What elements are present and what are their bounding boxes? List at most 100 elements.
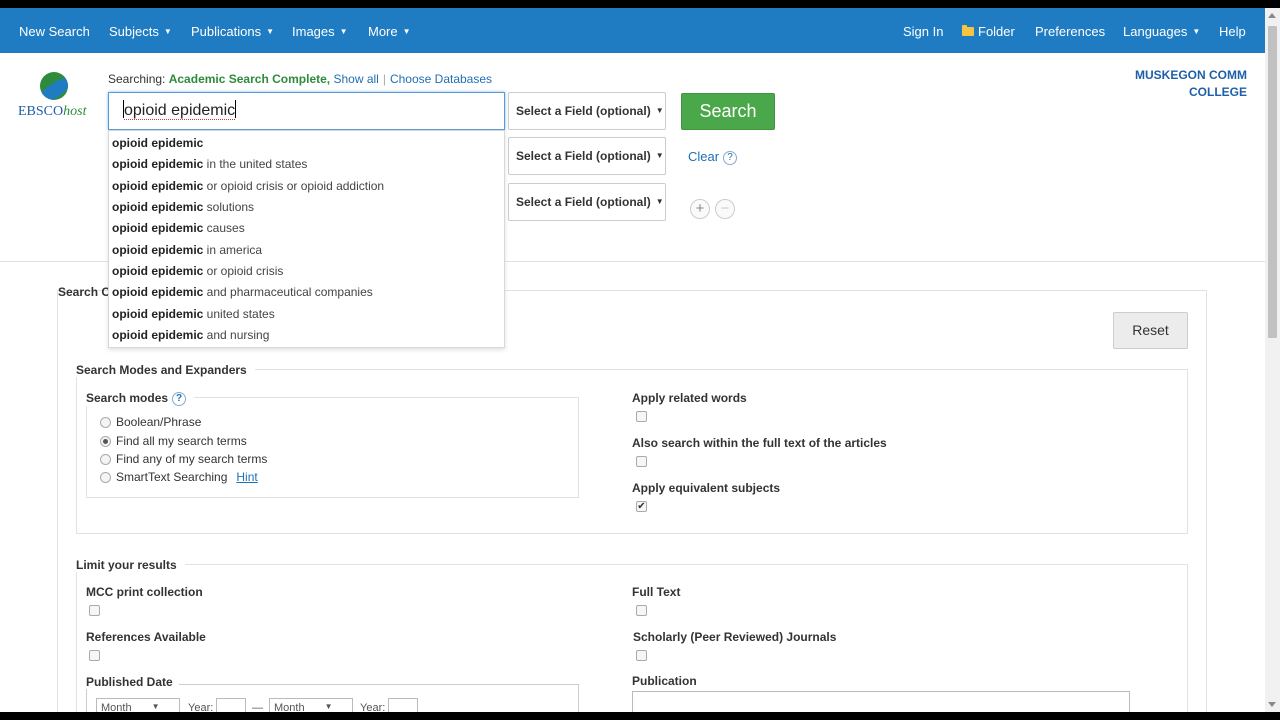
publication-input[interactable] xyxy=(632,691,1130,712)
mode-smarttext[interactable]: SmartText Searching Hint xyxy=(100,470,258,484)
nav-preferences[interactable]: Preferences xyxy=(1035,8,1105,53)
caret-down-icon: ▼ xyxy=(655,151,664,160)
mode-boolean-phrase[interactable]: Boolean/Phrase xyxy=(100,415,201,429)
remove-row-button[interactable]: − xyxy=(715,199,735,219)
page-scrollbar[interactable] xyxy=(1265,8,1280,712)
nav-subjects[interactable]: Subjects ▼ xyxy=(109,8,172,53)
nav-images[interactable]: Images ▼ xyxy=(292,8,348,53)
nav-publications[interactable]: Publications ▼ xyxy=(191,8,274,53)
nav-more[interactable]: More ▼ xyxy=(368,8,411,53)
field-select-3[interactable]: Select a Field (optional) ▼ xyxy=(508,183,666,221)
start-month-value: Month xyxy=(101,702,132,712)
search-button[interactable]: Search xyxy=(681,93,775,130)
logo-host-text: host xyxy=(63,104,87,119)
radio-button[interactable] xyxy=(100,454,111,465)
clear-link[interactable]: Clear? xyxy=(688,149,738,165)
nav-folder-label: Folder xyxy=(978,24,1015,39)
field-select-1-label: Select a Field (optional) xyxy=(516,104,651,118)
nav-sign-in-label: Sign In xyxy=(903,24,944,39)
autocomplete-item[interactable]: opioid epidemic and nursing xyxy=(112,328,269,342)
scroll-down-arrow-icon[interactable] xyxy=(1268,702,1276,707)
nav-languages-label: Languages xyxy=(1123,24,1188,39)
search-options-title: Search C xyxy=(58,285,111,299)
apply-equivalent-subjects-checkbox[interactable]: ✔ xyxy=(636,501,647,512)
autocomplete-item[interactable]: opioid epidemic xyxy=(112,136,203,150)
suggestion-rest: in america xyxy=(203,243,263,257)
mode-find-all[interactable]: Find all my search terms xyxy=(100,434,247,448)
nav-folder[interactable]: Folder xyxy=(962,8,1015,53)
full-text-checkbox[interactable] xyxy=(636,605,647,616)
help-icon[interactable]: ? xyxy=(172,392,187,406)
choose-databases-link[interactable]: Choose Databases xyxy=(390,72,492,86)
hint-link[interactable]: Hint xyxy=(236,470,257,484)
radio-button-selected[interactable] xyxy=(100,436,111,447)
reset-button[interactable]: Reset xyxy=(1113,312,1188,349)
suggestion-rest: solutions xyxy=(203,200,255,214)
end-year-input[interactable] xyxy=(388,698,418,712)
search-query-text: opioid epidemic xyxy=(124,102,236,120)
autocomplete-item[interactable]: opioid epidemic and pharmaceutical compa… xyxy=(112,285,373,299)
add-row-button[interactable]: + xyxy=(690,199,710,219)
caret-down-icon: ▼ xyxy=(402,27,411,36)
full-text-search-checkbox[interactable] xyxy=(636,456,647,467)
autocomplete-dropdown: opioid epidemic opioid epidemic in the u… xyxy=(108,130,505,348)
caret-down-icon: ▼ xyxy=(1192,27,1201,36)
mode-find-any[interactable]: Find any of my search terms xyxy=(100,452,267,466)
searching-databases-line: Searching: Academic Search Complete, Sho… xyxy=(108,72,492,86)
clear-label: Clear xyxy=(688,149,720,164)
autocomplete-item[interactable]: opioid epidemic united states xyxy=(112,307,275,321)
suggestion-bold: opioid epidemic xyxy=(112,221,204,235)
radio-button[interactable] xyxy=(100,417,111,428)
mcc-print-checkbox[interactable] xyxy=(89,605,100,616)
help-icon[interactable]: ? xyxy=(723,151,738,165)
autocomplete-item[interactable]: opioid epidemic or opioid crisis xyxy=(112,264,283,278)
nav-help-label: Help xyxy=(1219,24,1246,39)
search-modes-label: Search modes xyxy=(86,391,169,405)
field-select-2[interactable]: Select a Field (optional) ▼ xyxy=(508,137,666,175)
scholarly-journals-checkbox[interactable] xyxy=(636,650,647,661)
nav-help[interactable]: Help xyxy=(1219,8,1246,53)
institution-line-1: MUSKEGON COMM xyxy=(1135,68,1247,82)
ebscohost-logo[interactable]: EBSCOhost xyxy=(18,72,94,124)
autocomplete-item[interactable]: opioid epidemic or opioid crisis or opio… xyxy=(112,179,384,193)
suggestion-bold: opioid epidemic xyxy=(112,307,204,321)
scroll-up-arrow-icon[interactable] xyxy=(1268,13,1276,18)
end-month-value: Month xyxy=(274,702,305,712)
autocomplete-item[interactable]: opioid epidemic solutions xyxy=(112,200,254,214)
apply-related-words-checkbox[interactable] xyxy=(636,411,647,422)
field-select-1[interactable]: Select a Field (optional) ▼ xyxy=(508,92,666,130)
apply-related-words-label: Apply related words xyxy=(632,391,747,405)
nav-preferences-label: Preferences xyxy=(1035,24,1106,39)
suggestion-rest: and nursing xyxy=(203,328,270,342)
scrollbar-thumb[interactable] xyxy=(1268,26,1277,338)
nav-languages[interactable]: Languages ▼ xyxy=(1123,8,1200,53)
nav-sign-in[interactable]: Sign In xyxy=(903,8,943,53)
modes-expanders-legend: Search Modes and Expanders xyxy=(76,363,255,377)
scholarly-journals-label: Scholarly (Peer Reviewed) Journals xyxy=(633,630,837,644)
suggestion-rest: or opioid crisis xyxy=(203,264,284,278)
references-available-checkbox[interactable] xyxy=(89,650,100,661)
caret-down-icon: ▼ xyxy=(655,106,664,115)
start-year-label: Year: xyxy=(188,702,214,712)
nav-new-search[interactable]: New Search xyxy=(19,8,90,53)
autocomplete-item[interactable]: opioid epidemic causes xyxy=(112,221,245,235)
start-year-input[interactable] xyxy=(216,698,246,712)
suggestion-bold: opioid epidemic xyxy=(112,243,204,257)
start-month-select[interactable]: Month ▼ xyxy=(96,698,180,712)
caret-cursor xyxy=(235,100,237,118)
separator: | xyxy=(382,72,386,86)
show-all-link[interactable]: Show all xyxy=(333,72,378,86)
references-available-label: References Available xyxy=(86,630,206,644)
search-input[interactable]: opioid epidemic xyxy=(108,92,505,130)
limit-results-legend: Limit your results xyxy=(76,558,185,572)
end-month-select[interactable]: Month ▼ xyxy=(269,698,353,712)
autocomplete-item[interactable]: opioid epidemic in america xyxy=(112,243,262,257)
autocomplete-item[interactable]: opioid epidemic in the united states xyxy=(112,157,307,171)
suggestion-bold: opioid epidemic xyxy=(112,328,204,342)
radio-button[interactable] xyxy=(100,472,111,483)
suggestion-bold: opioid epidemic xyxy=(112,200,204,214)
folder-icon xyxy=(962,25,974,36)
mode-label: SmartText Searching xyxy=(116,470,228,484)
suggestion-bold: opioid epidemic xyxy=(112,136,204,150)
top-nav-bar: New Search Subjects ▼ Publications ▼ Image… xyxy=(0,8,1265,53)
